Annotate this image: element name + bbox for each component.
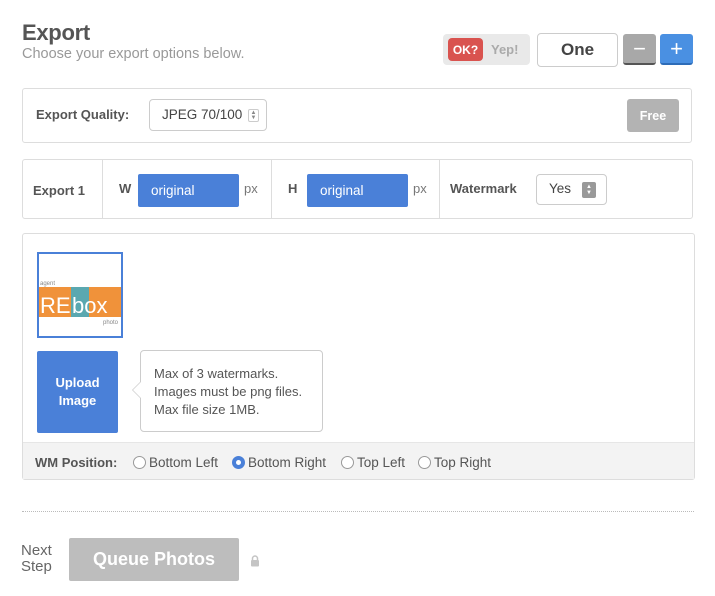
height-input[interactable]: original xyxy=(307,174,408,207)
logo-brand-right: box xyxy=(72,293,107,318)
remove-export-button[interactable]: − xyxy=(623,34,656,65)
width-cell: W original px xyxy=(103,160,272,218)
upload-image-button[interactable]: Upload Image xyxy=(37,351,118,433)
width-label: W xyxy=(119,181,132,196)
info-line: Max file size 1MB. xyxy=(154,402,260,417)
logo-bottom-text: photo xyxy=(103,320,119,326)
radio-icon[interactable] xyxy=(133,456,146,469)
select-arrows-icon: ▲ ▼ xyxy=(248,109,259,122)
export-quality-value: JPEG 70/100 xyxy=(162,107,243,122)
watermark-position-bar: WM Position: Bottom Left Bottom Right To… xyxy=(23,442,694,479)
height-label: H xyxy=(288,181,298,196)
add-export-button[interactable]: + xyxy=(660,34,693,65)
position-option-label: Bottom Right xyxy=(248,455,327,470)
watermark-thumbnail[interactable]: agent RE box photo xyxy=(37,252,123,338)
watermark-select[interactable]: Yes ▲ ▼ xyxy=(536,174,607,205)
page-title: Export xyxy=(22,20,90,45)
info-line: Max of 3 watermarks. xyxy=(154,366,279,381)
width-input[interactable]: original xyxy=(138,174,239,207)
export-quality-label: Export Quality: xyxy=(36,107,130,122)
radio-icon[interactable] xyxy=(341,456,354,469)
section-divider xyxy=(22,511,694,512)
page-subtitle: Choose your export options below. xyxy=(22,46,245,62)
position-option-label: Bottom Left xyxy=(149,455,219,470)
width-unit-label: px xyxy=(244,181,258,196)
position-option-label: Top Right xyxy=(434,455,492,470)
toggle-ok-label[interactable]: OK? xyxy=(448,38,483,61)
lock-icon xyxy=(251,555,259,567)
position-option-bottom-right[interactable]: Bottom Right xyxy=(232,455,326,470)
confirm-toggle[interactable]: OK? Yep! xyxy=(443,34,530,65)
watermark-select-value: Yes xyxy=(549,181,572,196)
radio-checked-icon[interactable] xyxy=(232,456,245,469)
export-name-label: Export 1 xyxy=(33,183,86,198)
free-badge-button[interactable]: Free xyxy=(627,99,679,132)
watermark-position-label: WM Position: xyxy=(35,455,118,470)
position-option-label: Top Left xyxy=(357,455,406,470)
logo-top-text: agent xyxy=(40,281,55,287)
export-count-display: One xyxy=(537,33,618,67)
height-cell: H original px xyxy=(272,160,440,218)
export-quality-panel: Export Quality: JPEG 70/100 ▲ ▼ Free xyxy=(22,88,692,143)
height-unit-label: px xyxy=(413,181,427,196)
watermark-label: Watermark xyxy=(450,181,517,196)
next-step-label: Next Step xyxy=(21,543,52,575)
position-option-top-right[interactable]: Top Right xyxy=(418,455,491,470)
rebox-logo-icon: agent RE box photo xyxy=(39,254,121,336)
logo-brand-left: RE xyxy=(40,293,71,318)
export-label-cell: Export 1 xyxy=(23,160,103,218)
position-option-bottom-left[interactable]: Bottom Left xyxy=(133,455,218,470)
watermark-panel: agent RE box photo Upload Image Max of 3… xyxy=(22,233,695,480)
upload-line-2: Image xyxy=(58,393,97,408)
select-arrows-icon: ▲ ▼ xyxy=(582,182,596,198)
export-quality-select[interactable]: JPEG 70/100 ▲ ▼ xyxy=(149,99,267,131)
info-line: Images must be png files. xyxy=(154,384,303,399)
next-step-line-1: Next xyxy=(21,542,52,559)
next-step-line-2: Step xyxy=(21,558,52,575)
position-option-top-left[interactable]: Top Left xyxy=(341,455,405,470)
export-settings-row: Export 1 W original px H original px Wat… xyxy=(22,159,693,219)
upload-line-1: Upload xyxy=(55,375,100,390)
toggle-yep-label[interactable]: Yep! xyxy=(491,38,518,61)
upload-info-tooltip: Max of 3 watermarks. Images must be png … xyxy=(132,350,323,432)
radio-icon[interactable] xyxy=(418,456,431,469)
queue-photos-button[interactable]: Queue Photos xyxy=(69,538,239,581)
